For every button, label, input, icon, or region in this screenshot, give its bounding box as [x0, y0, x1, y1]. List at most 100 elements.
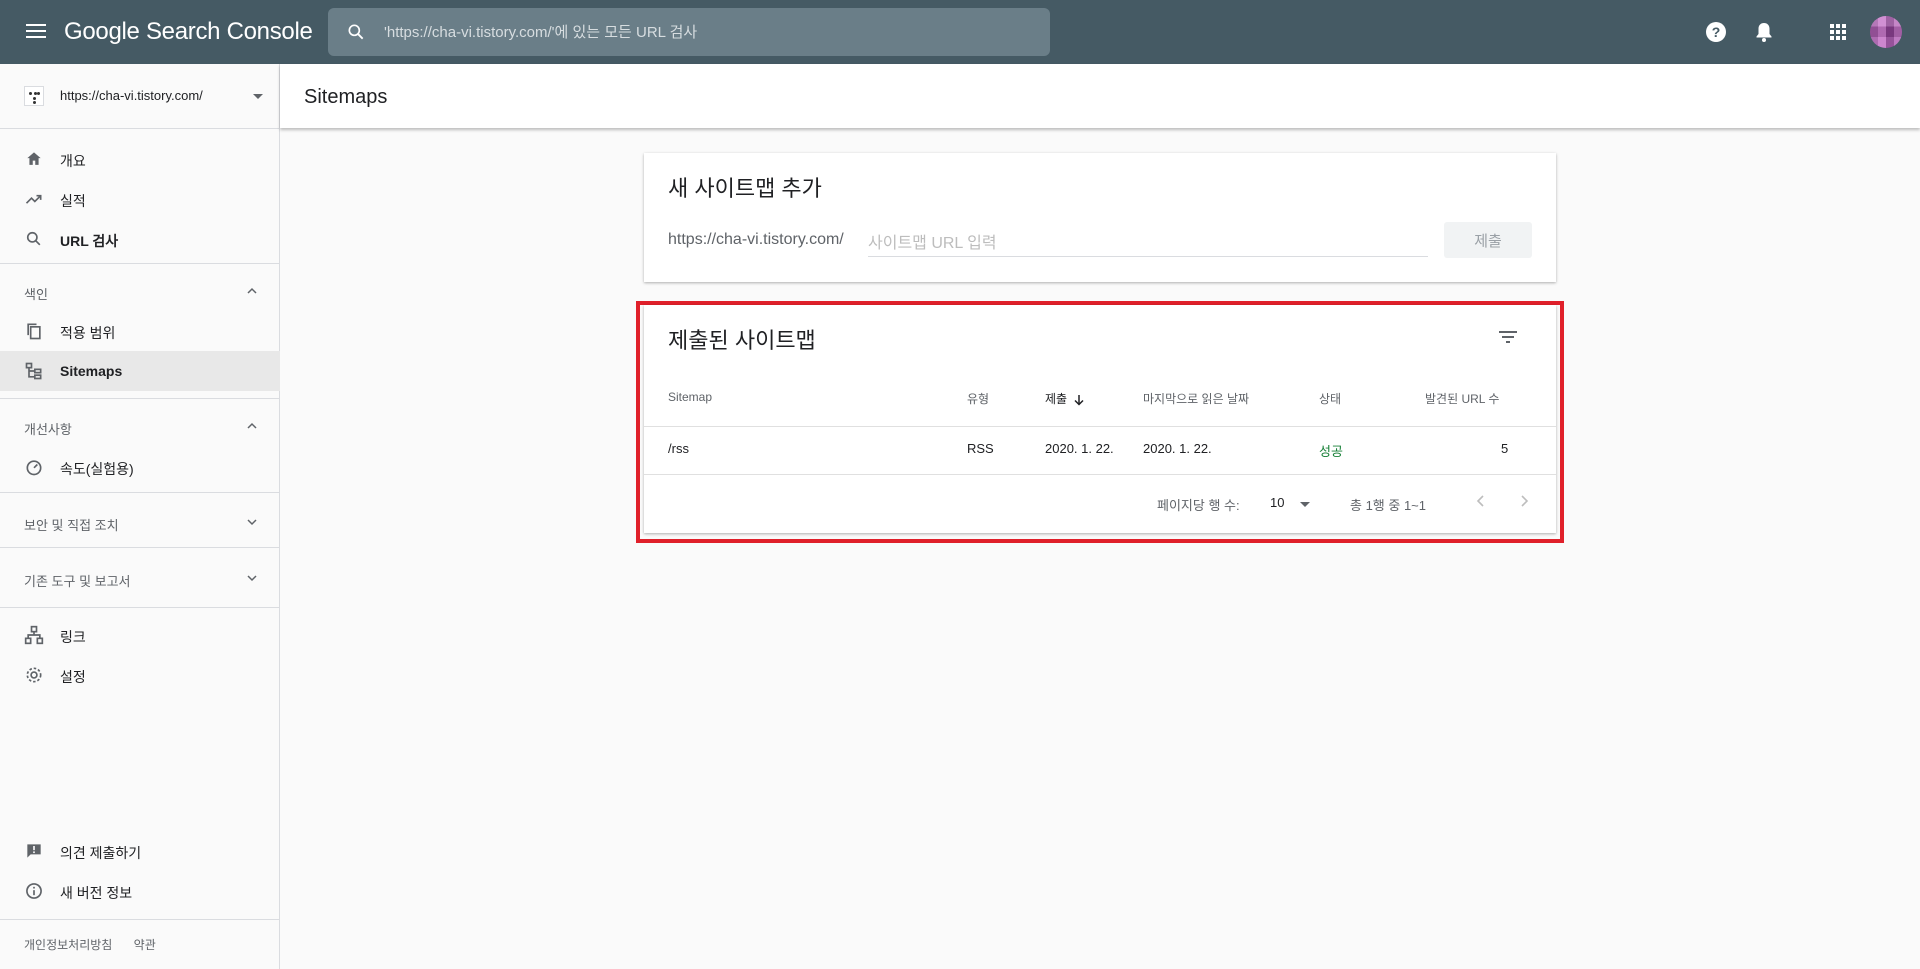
site-favicon — [24, 86, 44, 106]
property-url: https://cha-vi.tistory.com/ — [60, 88, 203, 103]
speed-icon — [26, 460, 42, 476]
sidebar-item-feedback[interactable]: 의견 제출하기 — [0, 831, 280, 871]
sidebar-item-label: 속도(실험용) — [60, 461, 134, 477]
sidebar-item-label: URL 검사 — [60, 233, 119, 249]
arrow-down-icon — [1074, 394, 1084, 406]
feedback-icon — [27, 844, 41, 858]
section-label: 색인 — [24, 287, 48, 302]
help-icon[interactable]: ? — [1704, 20, 1728, 44]
sitemap-url-prefix: https://cha-vi.tistory.com/ — [668, 231, 844, 248]
card-title: 새 사이트맵 추가 — [668, 176, 822, 201]
sitemap-url-input[interactable] — [868, 225, 1428, 257]
chevron-left-icon[interactable] — [1471, 491, 1491, 511]
divider — [0, 263, 280, 264]
divider — [0, 547, 280, 548]
sidebar-item-label: 링크 — [60, 629, 86, 645]
submit-button[interactable]: 제출 — [1444, 222, 1532, 258]
column-header-discovered-urls[interactable]: 발견된 URL 수 — [1425, 390, 1499, 407]
coverage-icon — [27, 323, 41, 340]
sidebar-item-label: 실적 — [60, 193, 86, 209]
sidebar-item-label: 설정 — [60, 669, 86, 685]
divider — [0, 398, 280, 399]
chevron-right-icon[interactable] — [1514, 491, 1534, 511]
privacy-link[interactable]: 개인정보처리방침 — [24, 938, 112, 952]
section-label: 기존 도구 및 보고서 — [24, 574, 131, 589]
search-input[interactable] — [384, 8, 1024, 56]
info-icon — [26, 883, 42, 899]
cell-submitted: 2020. 1. 22. — [1045, 441, 1114, 456]
section-security-toggle[interactable]: 보안 및 직접 조치 — [0, 502, 280, 542]
cell-discovered-urls: 5 — [1501, 441, 1509, 456]
sidebar: https://cha-vi.tistory.com/ 개요 실적 URL 검사… — [0, 64, 280, 969]
search-icon — [26, 231, 41, 246]
divider — [644, 426, 1556, 427]
page-header: Sitemaps — [280, 64, 1920, 128]
sidebar-item-label: 새 버전 정보 — [60, 885, 133, 901]
chevron-up-icon — [247, 422, 257, 429]
account-avatar[interactable] — [1870, 16, 1902, 48]
chevron-up-icon — [247, 287, 257, 294]
divider — [0, 919, 280, 920]
chevron-down-icon[interactable] — [1300, 502, 1310, 507]
section-legacy-toggle[interactable]: 기존 도구 및 보고서 — [0, 558, 280, 598]
trending-up-icon — [25, 194, 42, 204]
top-app-bar: Google Search Console ? — [0, 0, 1920, 64]
card-title: 제출된 사이트맵 — [668, 328, 816, 353]
cell-status: 성공 — [1319, 444, 1343, 459]
cell-sitemap[interactable]: /rss — [668, 441, 689, 456]
cell-last-read: 2020. 1. 22. — [1143, 441, 1212, 456]
divider — [0, 128, 280, 129]
search-icon — [348, 24, 364, 40]
filter-icon[interactable] — [1496, 325, 1520, 349]
sidebar-item-speed[interactable]: 속도(실험용) — [0, 447, 280, 487]
add-sitemap-card: 새 사이트맵 추가 https://cha-vi.tistory.com/ 제출 — [644, 153, 1556, 282]
column-header-type[interactable]: 유형 — [967, 390, 989, 407]
section-label: 보안 및 직접 조치 — [24, 518, 119, 533]
app-brand[interactable]: Google Search Console — [64, 18, 313, 46]
sidebar-item-sitemaps[interactable]: Sitemaps — [0, 351, 280, 391]
column-header-status[interactable]: 상태 — [1319, 390, 1341, 407]
sidebar-item-label: 개요 — [60, 153, 86, 169]
rows-per-page-label: 페이지당 행 수: — [1157, 498, 1240, 513]
terms-link[interactable]: 약관 — [134, 938, 156, 952]
svg-text:?: ? — [1712, 24, 1721, 40]
sidebar-item-performance[interactable]: 실적 — [0, 179, 280, 219]
url-inspect-search[interactable] — [328, 8, 1050, 56]
footer-links: 개인정보처리방침 약관 — [24, 936, 174, 953]
sidebar-item-label: 적용 범위 — [60, 325, 116, 341]
section-enhancements-toggle[interactable]: 개선사항 — [0, 406, 280, 446]
sidebar-item-overview[interactable]: 개요 — [0, 139, 280, 179]
sitemap-icon — [25, 362, 42, 380]
rows-per-page-select[interactable]: 10 — [1270, 495, 1284, 510]
sidebar-item-whats-new[interactable]: 새 버전 정보 — [0, 871, 280, 911]
apps-grid-icon[interactable] — [1826, 20, 1850, 44]
divider — [644, 474, 1556, 475]
sidebar-item-links[interactable]: 링크 — [0, 615, 280, 655]
sidebar-item-coverage[interactable]: 적용 범위 — [0, 311, 280, 351]
column-header-sitemap[interactable]: Sitemap — [668, 390, 712, 404]
pagination-range: 총 1행 중 1~1 — [1350, 498, 1426, 513]
sidebar-item-url-inspection[interactable]: URL 검사 — [0, 219, 280, 259]
chevron-down-icon — [247, 519, 257, 526]
chevron-down-icon — [253, 94, 263, 99]
cell-type: RSS — [967, 441, 994, 456]
divider — [0, 607, 280, 608]
column-header-label: 제출 — [1045, 392, 1068, 406]
section-index-toggle[interactable]: 색인 — [0, 271, 280, 311]
chevron-down-icon — [247, 575, 257, 582]
settings-icon — [26, 667, 42, 683]
submitted-sitemaps-card: 제출된 사이트맵 Sitemap 유형 제출 마지막으로 읽은 날짜 상태 발견… — [644, 305, 1556, 533]
sidebar-item-label: 의견 제출하기 — [60, 845, 142, 861]
home-icon — [27, 152, 41, 165]
column-header-last-read[interactable]: 마지막으로 읽은 날짜 — [1143, 390, 1249, 407]
page-title: Sitemaps — [304, 86, 388, 108]
sidebar-item-settings[interactable]: 설정 — [0, 655, 280, 695]
notifications-icon[interactable] — [1752, 20, 1776, 44]
sidebar-item-label: Sitemaps — [60, 363, 123, 379]
menu-icon[interactable] — [20, 20, 52, 44]
links-icon — [24, 625, 44, 645]
property-selector[interactable]: https://cha-vi.tistory.com/ — [0, 64, 280, 128]
divider — [0, 492, 280, 493]
column-header-submitted[interactable]: 제출 — [1045, 390, 1085, 407]
section-label: 개선사항 — [24, 422, 72, 437]
